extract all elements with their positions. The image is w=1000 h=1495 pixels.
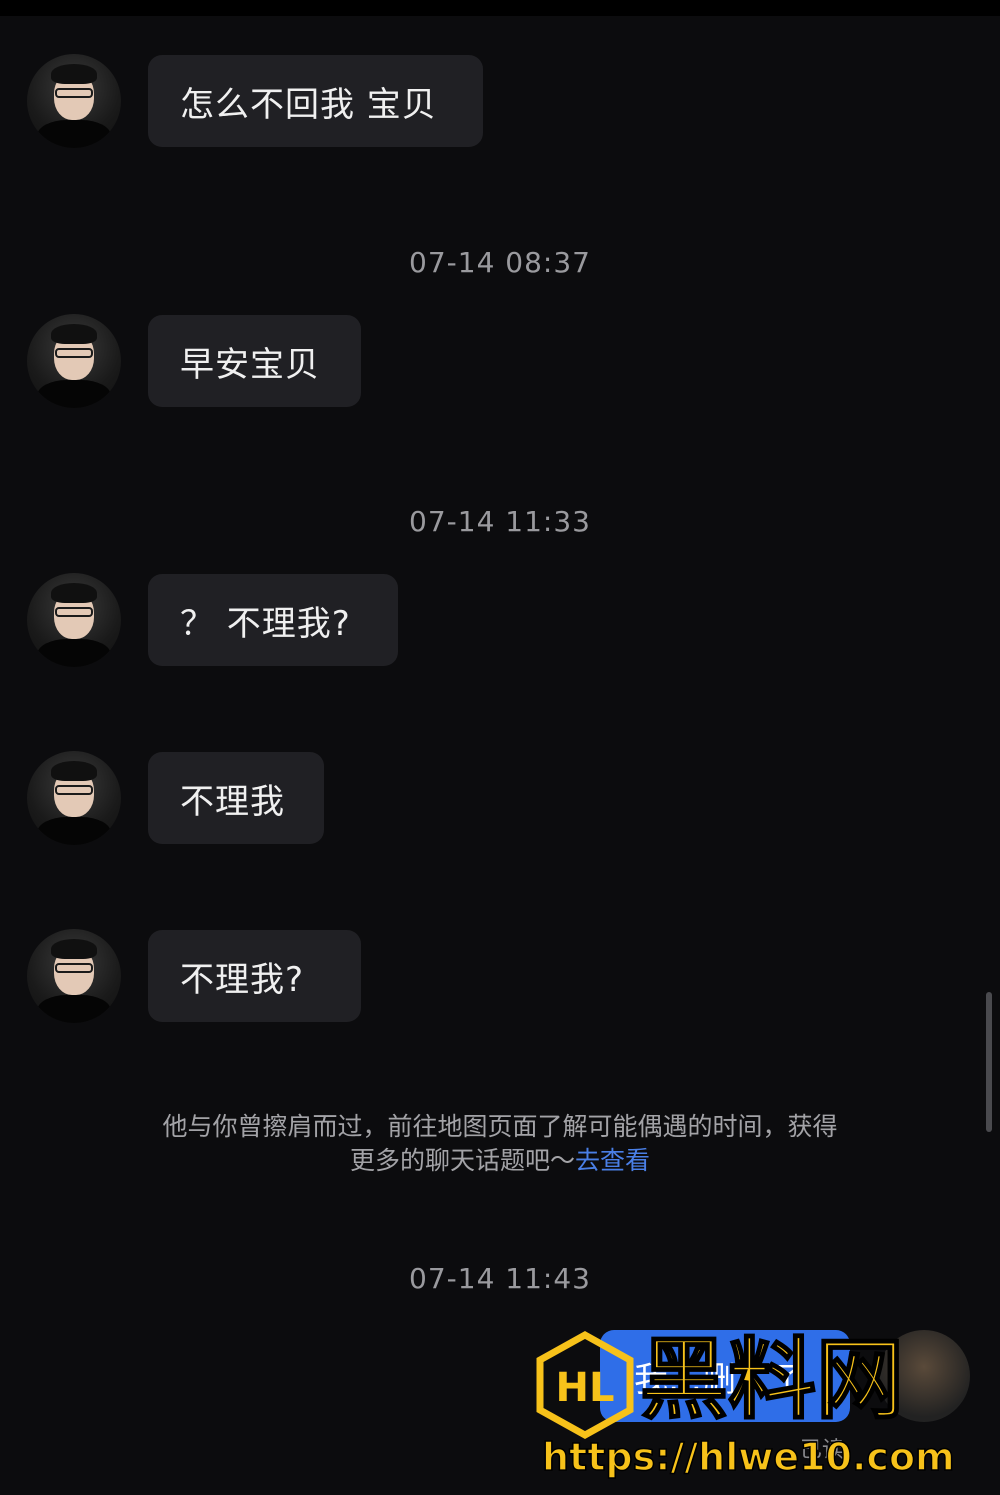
system-note-text: 更多的聊天话题吧～ [349, 1146, 575, 1175]
scrollbar[interactable] [986, 992, 992, 1132]
watermark-logo-icon: HL [536, 1330, 634, 1440]
message-timestamp: 07-14 11:33 [409, 505, 591, 538]
system-note-line: 他与你曾擦肩而过，前往地图页面了解可能偶遇的时间，获得 [162, 1112, 838, 1141]
message-text: ？ 不理我? [180, 603, 351, 644]
contact-avatar[interactable] [27, 573, 121, 667]
incoming-message[interactable]: 怎么不回我 宝贝 [148, 55, 483, 147]
watermark-brand: 黑料网 [640, 1328, 904, 1431]
message-timestamp: 07-14 08:37 [409, 246, 591, 279]
message-text: 早安宝贝 [180, 344, 320, 385]
watermark-url: https://hlwe10.com [542, 1435, 955, 1479]
contact-avatar[interactable] [27, 929, 121, 1023]
system-note-line: 更多的聊天话题吧～去查看 [100, 1144, 900, 1178]
incoming-message[interactable]: 早安宝贝 [148, 315, 361, 407]
message-timestamp: 07-14 11:43 [409, 1262, 591, 1295]
incoming-message[interactable]: ？ 不理我? [148, 574, 398, 666]
incoming-message[interactable]: 不理我 [148, 752, 324, 844]
contact-avatar[interactable] [27, 751, 121, 845]
watermark-overlay: HL 黑料网 https://hlwe10.com [536, 1327, 955, 1480]
view-map-link[interactable]: 去查看 [575, 1146, 650, 1175]
incoming-message[interactable]: 不理我? [148, 930, 361, 1022]
message-text: 怎么不回我 宝贝 [180, 84, 437, 125]
chat-thread[interactable]: 怎么不回我 宝贝 07-14 08:37 早安宝贝 07-14 11:33 ？ … [0, 0, 1000, 1495]
message-text: 不理我? [180, 959, 305, 1000]
message-text: 不理我 [180, 781, 285, 822]
contact-avatar[interactable] [27, 54, 121, 148]
encounter-system-note: 他与你曾擦肩而过，前往地图页面了解可能偶遇的时间，获得 更多的聊天话题吧～去查看 [100, 1110, 900, 1178]
watermark-logo-letters: HL [556, 1365, 615, 1411]
contact-avatar[interactable] [27, 314, 121, 408]
